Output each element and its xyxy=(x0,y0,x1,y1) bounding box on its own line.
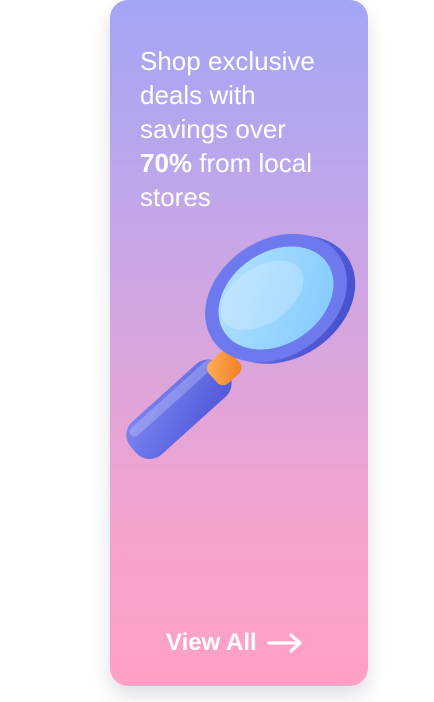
view-all-label: View All xyxy=(166,629,257,656)
headline-line-3: savings over xyxy=(140,114,286,144)
arrow-right-icon xyxy=(267,632,303,654)
promo-headline: Shop exclusive deals with savings over 7… xyxy=(140,44,350,214)
headline-line-1: Shop exclusive xyxy=(140,46,315,76)
headline-line-4: 70% from local xyxy=(140,146,350,180)
discount-percent: 70% xyxy=(140,148,193,178)
headline-line-4-rest: from local xyxy=(192,148,312,178)
headline-line-2: deals with xyxy=(140,80,256,110)
headline-line-5: stores xyxy=(140,182,211,212)
view-all-button[interactable]: View All xyxy=(166,626,303,660)
